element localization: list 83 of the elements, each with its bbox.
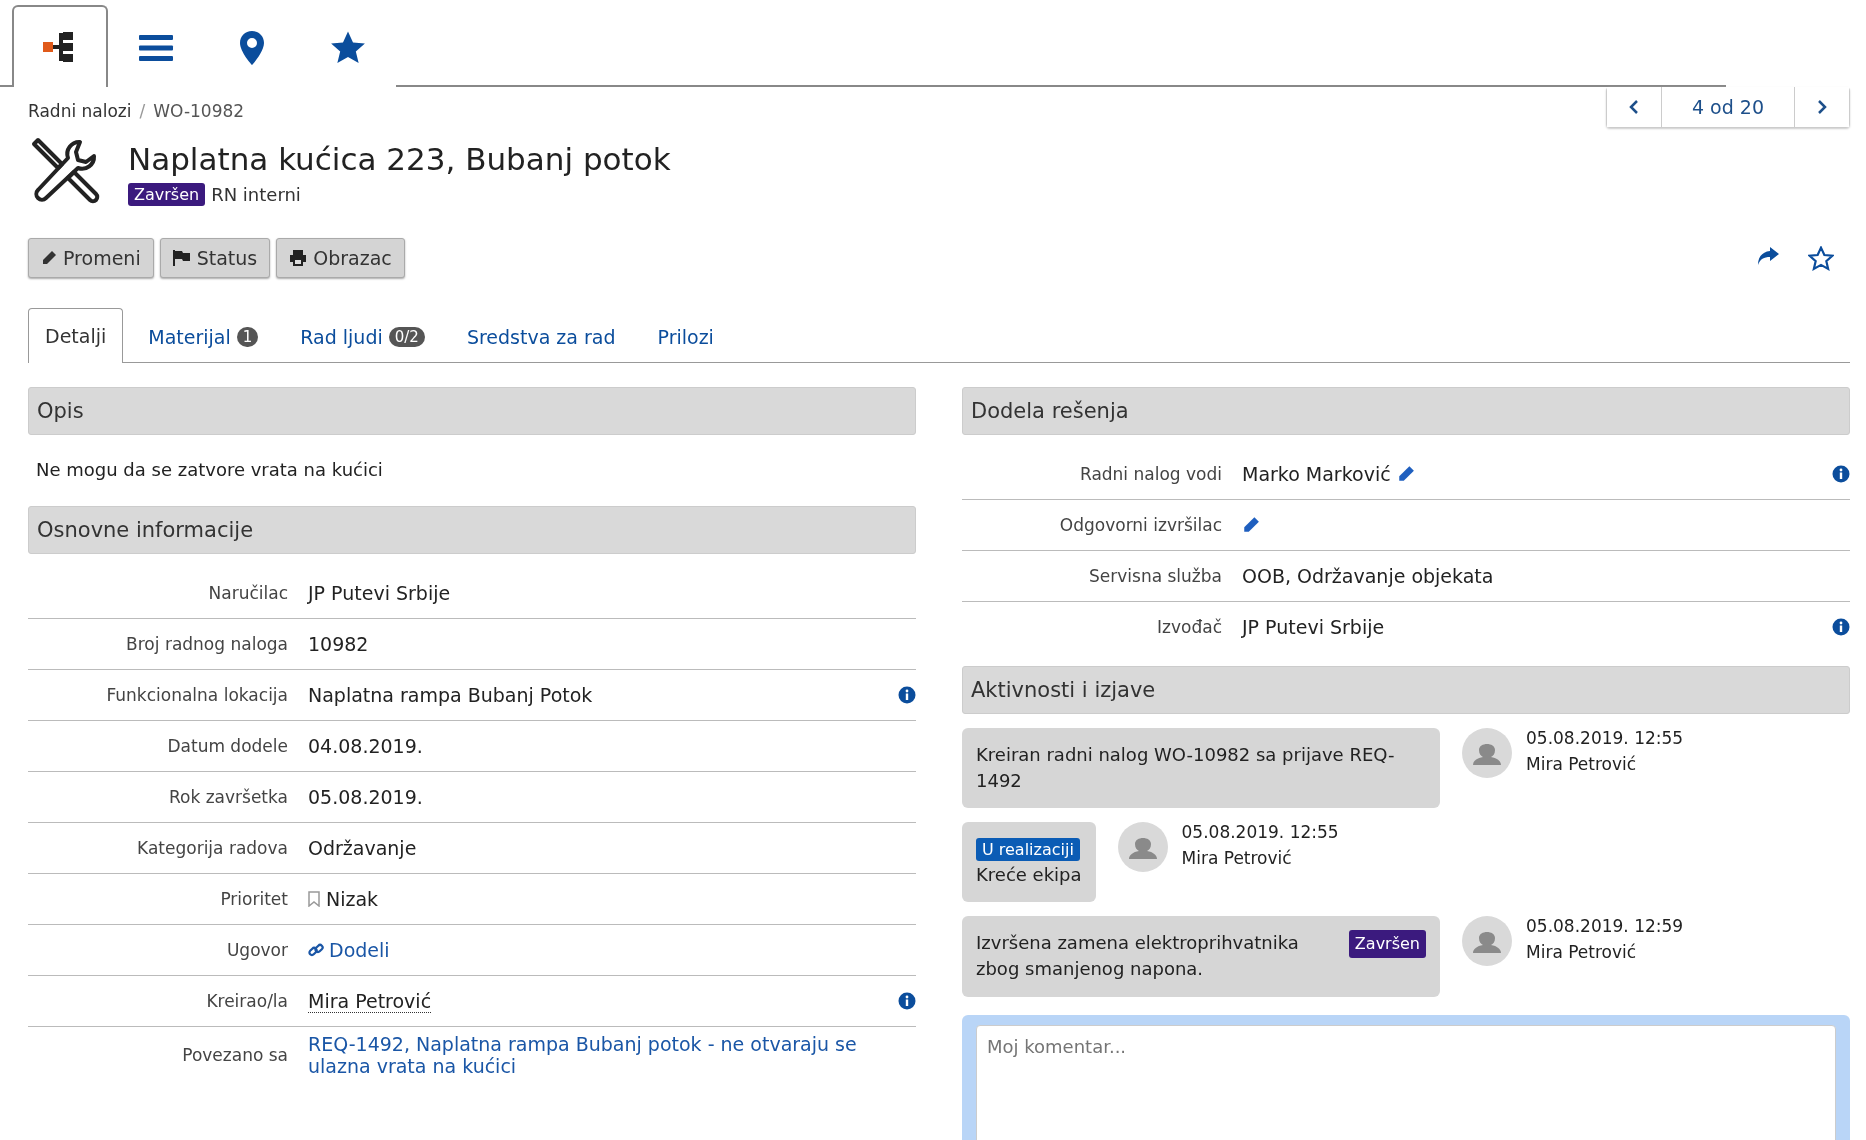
avatar-icon	[1117, 822, 1168, 873]
printer-icon	[289, 250, 308, 266]
share-icon[interactable]	[1756, 245, 1780, 266]
section-header: Osnovne informacije	[28, 506, 916, 554]
field-label: Odgovorni izvršilac	[1058, 515, 1222, 535]
breadcrumb-separator: /	[139, 101, 146, 121]
activity-message: Kreiran radni nalog WO-10982 sa prijave REQ-1492	[962, 728, 1440, 809]
info-icon[interactable]	[1832, 465, 1850, 483]
action-button[interactable]: Status	[159, 238, 271, 278]
breadcrumb-current: WO-10982	[153, 101, 245, 121]
comment-field[interactable]: Moj komentar...	[976, 1024, 1836, 1140]
status-badge: U realizaciji	[976, 838, 1080, 862]
tab[interactable]: Detalji	[28, 308, 124, 363]
activity-message: Kreće ekipa	[976, 863, 1082, 888]
user-link[interactable]: Mira Petrović	[308, 989, 432, 1013]
bookmark-icon	[308, 891, 320, 907]
count-badge: 0/2	[388, 326, 425, 347]
field-label: Povezano sa	[181, 1045, 288, 1065]
field-label: Prioritet	[219, 889, 288, 909]
field-value: 05.08.2019.	[308, 786, 423, 808]
breadcrumb-link[interactable]: Radni nalozi	[28, 101, 132, 121]
pencil-icon	[41, 250, 57, 266]
field-value: JP Putevi Srbije	[1242, 616, 1385, 638]
avatar-icon	[1462, 916, 1512, 967]
assign-link[interactable]: Dodeli	[308, 939, 390, 961]
activity-author: Mira Petrović	[1181, 848, 1293, 869]
field-label: Broj radnog naloga	[125, 634, 288, 654]
field-label: Izvođač	[1156, 617, 1222, 637]
chevron-right-icon	[1817, 100, 1827, 114]
section-header: Dodela rešenja	[962, 387, 1850, 435]
tab[interactable]: Rad ljudi 0/2	[283, 309, 442, 363]
field-value: Naplatna rampa Bubanj Potok	[308, 684, 593, 706]
avatar-icon	[1462, 728, 1512, 778]
info-icon[interactable]	[898, 686, 916, 704]
link-icon	[308, 942, 324, 958]
tab[interactable]: Materijal 1	[131, 309, 276, 363]
status-badge: Završen	[1348, 930, 1426, 958]
chevron-left-icon	[1628, 100, 1639, 114]
field-value: JP Putevi Srbije	[308, 582, 451, 604]
section-header: Opis	[28, 387, 916, 435]
activity-author: Mira Petrović	[1526, 754, 1638, 774]
activity-time: 05.08.2019. 12:59	[1526, 916, 1684, 937]
description-text: Ne mogu da se zatvore vrata na kućici	[35, 458, 384, 482]
page-counter: 4 od 20	[1660, 87, 1795, 127]
field-value: 10982	[308, 633, 369, 655]
tab[interactable]: Sredstva za rad	[449, 309, 633, 363]
action-button[interactable]: Promeni	[28, 238, 154, 278]
field-label: Naručilac	[207, 583, 288, 603]
info-icon[interactable]	[1832, 618, 1850, 636]
pencil-icon[interactable]	[1396, 465, 1415, 483]
page-title: Naplatna kućica 223, Bubanj potok	[128, 140, 671, 177]
map-pin-icon	[239, 30, 265, 66]
order-type: RN interni	[211, 183, 301, 205]
field-label: Servisna služba	[1088, 566, 1222, 586]
action-button[interactable]: Obrazac	[276, 238, 405, 278]
field-label: Ugovor	[225, 940, 288, 960]
activity-time: 05.08.2019. 12:55	[1181, 822, 1339, 843]
field-value: 04.08.2019.	[308, 735, 423, 757]
nav-tab[interactable]	[12, 5, 108, 87]
pencil-icon[interactable]	[1242, 516, 1260, 534]
field-label: Funkcionalna lokacija	[105, 685, 288, 705]
field-label: Datum dodele	[166, 736, 288, 756]
flag-icon	[172, 250, 191, 266]
field-label: Kategorija radova	[136, 838, 288, 858]
count-badge: 1	[236, 326, 259, 347]
menu-icon	[138, 33, 174, 63]
section-header: Aktivnosti i izjave	[962, 666, 1850, 714]
status-badge: Završen	[128, 182, 206, 206]
related-link[interactable]: REQ-1492, Naplatna rampa Bubanj potok - ne otvaraju se ulazna vrata na kućici	[308, 1033, 866, 1077]
tab[interactable]: Prilozi	[640, 309, 731, 363]
activity-author: Mira Petrović	[1526, 942, 1638, 963]
field-label: Kreirao/la	[205, 991, 288, 1011]
field-label: Rok završetka	[167, 787, 288, 807]
field-value: OOB, Održavanje objekata	[1242, 565, 1494, 587]
star-outline-icon[interactable]	[1808, 245, 1834, 271]
field-value: Nizak	[326, 888, 379, 910]
field-value: Održavanje	[308, 837, 417, 859]
activity-message: Izvršena zamena elektroprihvatnika zbog smanjenog napona.	[976, 931, 1300, 982]
field-value: Marko Marković	[1242, 463, 1391, 485]
star-icon	[329, 30, 367, 66]
activity-time: 05.08.2019. 12:55	[1526, 728, 1684, 748]
field-label: Radni nalog vodi	[1078, 464, 1222, 484]
info-icon[interactable]	[898, 992, 916, 1010]
